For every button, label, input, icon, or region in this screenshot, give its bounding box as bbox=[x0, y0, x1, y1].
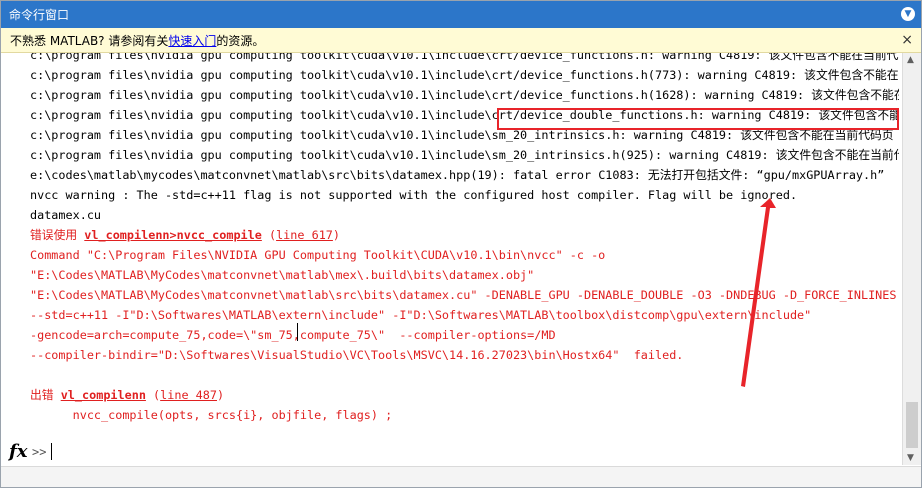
datamex-cu-line: datamex.cu bbox=[30, 208, 102, 222]
quick-start-link[interactable]: 快速入门 bbox=[168, 32, 216, 49]
command-window: 命令行窗口 ▼ 不熟悉 MATLAB? 请参阅有关 快速入门 的资源。 × c:… bbox=[0, 0, 922, 488]
call-line: nvcc_compile(opts, srcs{i}, objfile, fla… bbox=[30, 408, 393, 422]
error-in-line: 出错 vl_compilenn (line 487) bbox=[30, 388, 225, 402]
fatal-error-message: fatal error C1083: 无法打开包括文件: “gpu/mxGPUA… bbox=[512, 168, 885, 182]
getting-started-infobar: 不熟悉 MATLAB? 请参阅有关 快速入门 的资源。 × bbox=[1, 28, 921, 53]
command-line: Command "C:\Program Files\NVIDIA GPU Com… bbox=[30, 248, 606, 262]
scroll-down-icon[interactable]: ▼ bbox=[907, 453, 914, 463]
input-cursor bbox=[51, 443, 52, 460]
command-line: --std=c++11 -I"D:\Softwares\MATLAB\exter… bbox=[30, 308, 812, 322]
infobar-text-before: 不熟悉 MATLAB? 请参阅有关 bbox=[10, 33, 169, 48]
error-using-prefix: 错误使用 bbox=[30, 228, 85, 242]
infobar-close-icon[interactable]: × bbox=[901, 32, 913, 48]
command-line: --compiler-bindir="D:\Softwares\VisualSt… bbox=[30, 348, 684, 362]
nvcc-warning-line: nvcc warning : The -std=c++11 flag is no… bbox=[30, 188, 798, 202]
console-line: c:\program files\nvidia gpu computing to… bbox=[30, 88, 899, 102]
prompt-symbol: >> bbox=[32, 445, 47, 459]
error-using-line: 错误使用 vl_compilenn>nvcc_compile (line 617… bbox=[30, 228, 341, 242]
error-line-link[interactable]: line 617 bbox=[276, 228, 333, 242]
vertical-scrollbar[interactable]: ▲ ▼ bbox=[902, 53, 921, 465]
console-line-datamex-hpp: e:\codes\matlab\mycodes\matconvnet\matla… bbox=[30, 165, 884, 185]
error-function-link[interactable]: vl_compilenn>nvcc_compile bbox=[84, 228, 262, 242]
window-title: 命令行窗口 bbox=[9, 8, 70, 22]
fatal-error-highlight-box bbox=[497, 108, 899, 130]
datamex-hpp-path: e:\codes\matlab\mycodes\matconvnet\matla… bbox=[30, 168, 506, 182]
scrollbar-thumb[interactable] bbox=[906, 402, 918, 448]
console-line: c:\program files\nvidia gpu computing to… bbox=[30, 53, 899, 62]
command-line: "E:\Codes\MATLAB\MyCodes\matconvnet\matl… bbox=[30, 268, 535, 282]
scroll-up-icon[interactable]: ▲ bbox=[907, 55, 914, 65]
console-line: c:\program files\nvidia gpu computing to… bbox=[30, 148, 899, 162]
window-titlebar: 命令行窗口 ▼ bbox=[1, 1, 921, 28]
infobar-text-after: 的资源。 bbox=[216, 33, 265, 48]
error-in-prefix: 出错 bbox=[30, 388, 61, 402]
console-line: c:\program files\nvidia gpu computing to… bbox=[30, 68, 899, 82]
window-actions-menu-icon[interactable]: ▼ bbox=[901, 7, 915, 21]
error-in-function-link[interactable]: vl_compilenn bbox=[61, 388, 146, 402]
command-line: -gencode=arch=compute_75,code=\"sm_75,co… bbox=[30, 328, 556, 342]
error-in-line-link[interactable]: line 487 bbox=[160, 388, 217, 402]
command-line: "E:\Codes\MATLAB\MyCodes\matconvnet\matl… bbox=[30, 288, 897, 302]
horizontal-scrollbar[interactable] bbox=[1, 466, 921, 487]
function-browser-icon[interactable]: fx bbox=[9, 441, 27, 462]
command-prompt-row[interactable]: fx >> bbox=[1, 437, 901, 465]
text-caret bbox=[297, 323, 298, 341]
